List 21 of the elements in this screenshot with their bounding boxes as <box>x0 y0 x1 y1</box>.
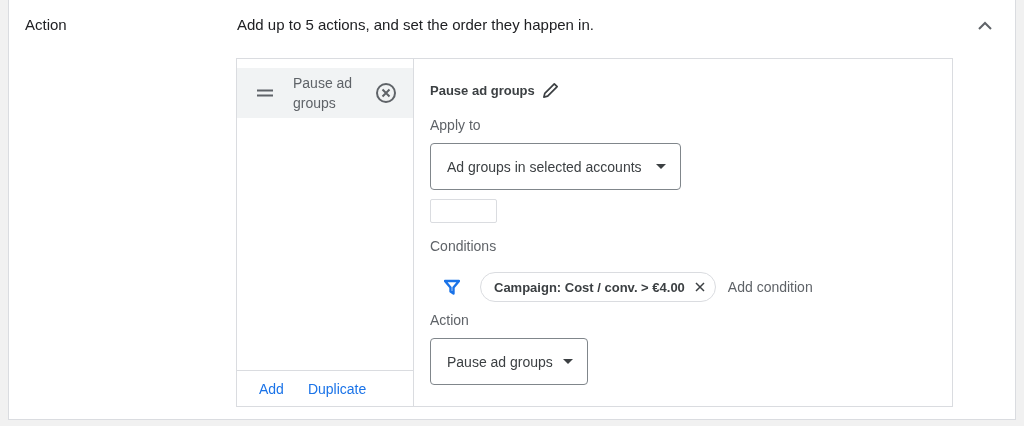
pencil-icon[interactable] <box>540 80 560 100</box>
add-condition-button[interactable]: Add condition <box>715 279 813 295</box>
remove-icon[interactable] <box>375 82 397 104</box>
caret-icon <box>656 164 666 169</box>
action-list-item[interactable]: Pause ad groups <box>237 68 413 118</box>
field-label: Conditions <box>430 238 497 254</box>
chevron-icon[interactable] <box>977 21 993 31</box>
field-label: Apply to <box>430 117 481 133</box>
action-link[interactable]: Duplicate <box>299 376 375 401</box>
apply-to-dropdown[interactable]: Ad groups in selected accounts <box>430 143 681 190</box>
action-title: Pause ad groups <box>430 82 535 98</box>
empty-field[interactable] <box>430 199 497 223</box>
action-dropdown[interactable]: Pause ad groups <box>430 338 588 385</box>
close-icon[interactable] <box>694 282 705 292</box>
filter-icon[interactable] <box>444 279 460 295</box>
section-description: Add up to 5 actions, and set the order they happen in. <box>237 16 595 33</box>
field-label: Action <box>430 312 469 328</box>
action-link[interactable]: Add <box>251 376 292 401</box>
section-title: Action <box>24 16 68 33</box>
drag-handle-icon[interactable] <box>257 89 273 97</box>
caret-icon <box>562 359 573 364</box>
